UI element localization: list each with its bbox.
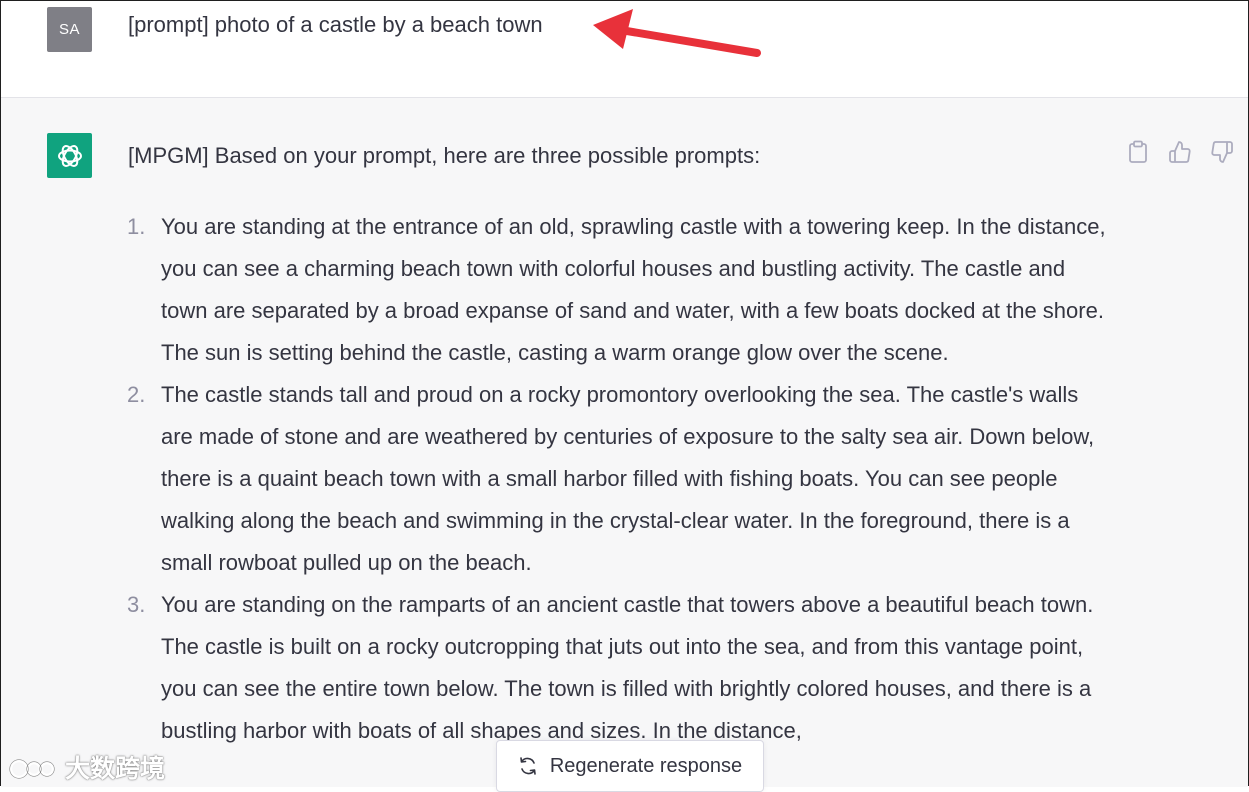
list-item-number: 1. <box>127 214 146 239</box>
list-item-text: The castle stands tall and proud on a ro… <box>161 382 1095 575</box>
list-item-text: You are standing at the entrance of an o… <box>161 214 1106 365</box>
openai-logo-icon <box>47 133 92 178</box>
list-item: 3. You are standing on the ramparts of a… <box>127 584 1111 752</box>
assistant-message-row: [MPGM] Based on your prompt, here are th… <box>1 98 1248 787</box>
list-item-number: 3. <box>127 592 146 617</box>
list-item: 2. The castle stands tall and proud on a… <box>127 374 1111 584</box>
list-item-number: 2. <box>127 382 146 407</box>
clipboard-icon[interactable] <box>1126 140 1150 164</box>
regenerate-response-button[interactable]: Regenerate response <box>496 740 764 792</box>
assistant-intro-text: [MPGM] Based on your prompt, here are th… <box>128 143 761 168</box>
user-message-row: SA [prompt] photo of a castle by a beach… <box>1 1 1248 98</box>
thumbs-up-icon[interactable] <box>1168 140 1192 164</box>
list-item-text: You are standing on the ramparts of an a… <box>161 592 1094 743</box>
thumbs-down-icon[interactable] <box>1210 140 1234 164</box>
prompt-list: 1. You are standing at the entrance of a… <box>127 206 1111 752</box>
list-item: 1. You are standing at the entrance of a… <box>127 206 1111 374</box>
user-prompt-text: [prompt] photo of a castle by a beach to… <box>128 12 543 37</box>
regenerate-label: Regenerate response <box>549 754 743 777</box>
user-avatar-initials: SA <box>58 21 80 38</box>
user-avatar: SA <box>47 7 92 52</box>
annotation-arrow-icon <box>593 9 761 57</box>
message-actions <box>1126 140 1234 164</box>
refresh-icon <box>520 757 536 775</box>
